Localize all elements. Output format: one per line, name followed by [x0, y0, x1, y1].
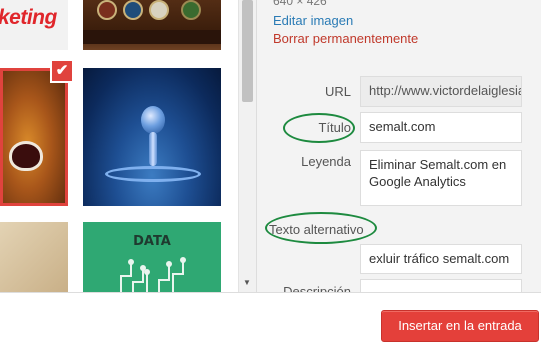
media-thumbnail-marketing[interactable]: keting	[0, 0, 68, 50]
media-thumbnail-data[interactable]: DATA	[83, 222, 221, 292]
cap-shape	[97, 0, 117, 20]
water-column-shape	[149, 132, 157, 166]
title-annotation-oval	[283, 113, 355, 143]
media-scrollbar[interactable]: ▼	[238, 0, 256, 292]
image-dimensions: 640 × 426	[273, 0, 327, 8]
media-thumbnail-bottle-caps[interactable]	[83, 0, 221, 50]
scroll-down-arrow-icon[interactable]: ▼	[243, 278, 251, 287]
insert-into-post-button[interactable]: Insertar en la entrada	[381, 310, 539, 342]
scrollbar-thumb[interactable]	[242, 0, 253, 102]
description-field[interactable]	[360, 279, 522, 292]
caption-field[interactable]: Eliminar Semalt.com en Google Analytics	[360, 150, 522, 206]
cap-shape	[123, 0, 143, 20]
thumbnail-text: DATA	[133, 234, 171, 249]
media-modal-toolbar: Insertar en la entrada	[0, 292, 541, 352]
shelf-shape	[83, 30, 221, 44]
ripple-shape	[105, 166, 201, 182]
description-label: Descripción	[283, 284, 351, 292]
attachment-details-panel: 640 × 426 Editar imagen Borrar permanent…	[256, 0, 541, 292]
media-thumbnail-cat-selected[interactable]	[0, 68, 68, 206]
media-thumbnail-water-drop[interactable]	[83, 68, 221, 206]
thumbnail-text: keting	[0, 6, 57, 29]
cap-shape	[181, 0, 201, 20]
url-label: URL	[324, 84, 351, 99]
alt-text-field[interactable]: exluir tráfico semalt.com	[360, 244, 522, 274]
media-thumbnail-beige[interactable]	[0, 222, 68, 292]
caption-label: Leyenda	[301, 154, 351, 169]
water-drop-shape	[141, 106, 165, 134]
selected-check-icon[interactable]: ✔	[50, 59, 74, 83]
cap-shape	[149, 0, 169, 20]
cat-mouth-shape	[9, 141, 43, 171]
circuit-icon	[120, 257, 186, 292]
alt-text-annotation-oval	[265, 212, 377, 244]
edit-image-link[interactable]: Editar imagen	[273, 13, 353, 28]
delete-permanently-link[interactable]: Borrar permanentemente	[273, 31, 418, 46]
title-field[interactable]: semalt.com	[360, 112, 522, 143]
url-field[interactable]: http://www.victordelaiglesia.com	[360, 76, 522, 107]
media-grid: keting ✔ DATA	[0, 0, 238, 292]
